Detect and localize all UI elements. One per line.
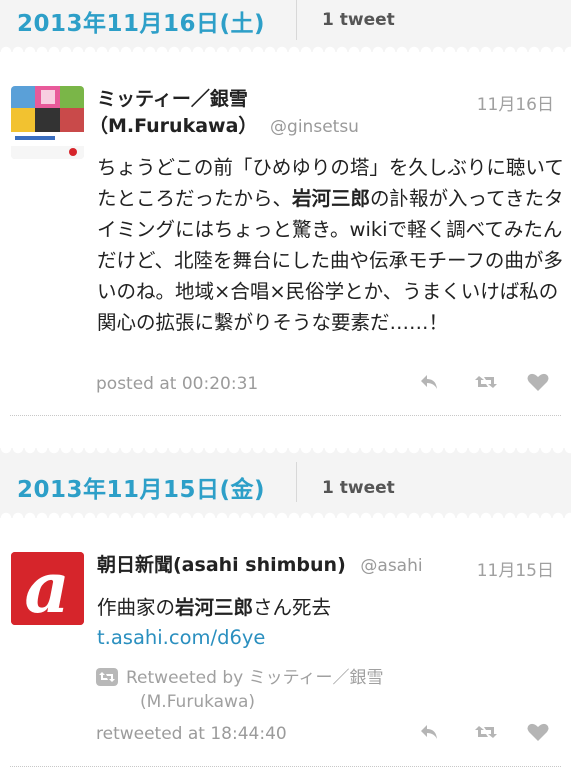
- day-header: 2013年11月16日(土) 1 tweet: [0, 0, 571, 44]
- divider: [296, 0, 297, 40]
- posted-time[interactable]: posted at 00:20:31: [96, 374, 258, 394]
- day-header: 2013年11月15日(金) 1 tweet: [0, 456, 571, 503]
- scallop-edge: [0, 448, 571, 456]
- scallop-edge: [0, 510, 571, 518]
- asahi-logo-letter: a: [24, 552, 69, 625]
- posted-time[interactable]: retweeted at 18:44:40: [96, 724, 287, 744]
- tweet-card[interactable]: a 朝日新聞(asahi shimbun) @asahi 11月15日 作曲家の…: [0, 518, 571, 771]
- scallop-edge: [0, 44, 571, 52]
- separator: [10, 415, 561, 416]
- reply-icon[interactable]: [418, 722, 442, 742]
- separator: [10, 766, 561, 767]
- retweet-badge-icon: [96, 668, 118, 686]
- user-name[interactable]: 朝日新聞(asahi shimbun) @asahi: [97, 552, 423, 580]
- tweet-date[interactable]: 11月15日: [477, 556, 554, 581]
- user-handle: @ginsetsu: [270, 117, 359, 137]
- favorite-icon[interactable]: [526, 722, 550, 742]
- day-date: 2013年11月16日(土): [17, 11, 266, 37]
- user-name[interactable]: ミッティー／銀雪 （M.Furukawa） @ginsetsu: [89, 86, 359, 141]
- tweet-date[interactable]: 11月16日: [477, 90, 554, 115]
- retweet-icon[interactable]: [474, 372, 498, 392]
- reply-icon[interactable]: [418, 372, 442, 392]
- tweet-count: 1 tweet: [322, 10, 395, 30]
- divider: [296, 462, 297, 502]
- avatar[interactable]: [11, 86, 84, 159]
- user-handle: @asahi: [360, 556, 423, 576]
- retweet-icon[interactable]: [474, 722, 498, 742]
- favorite-icon[interactable]: [526, 372, 550, 392]
- tweet-text: ちょうどこの前「ひめゆりの塔」を久しぶりに聴いてたところだったから、岩河三郎の訃…: [97, 156, 564, 334]
- tweet-count: 1 tweet: [322, 478, 395, 498]
- tweet-text: 作曲家の岩河三郎さん死去: [97, 596, 332, 619]
- retweeted-by[interactable]: Retweeted by ミッティー／銀雪 (M.Furukawa): [96, 666, 384, 714]
- tweet-link[interactable]: t.asahi.com/d6ye: [97, 622, 565, 653]
- avatar[interactable]: a: [11, 552, 84, 625]
- tweet-card[interactable]: ミッティー／銀雪 （M.Furukawa） @ginsetsu 11月16日 ち…: [0, 52, 571, 448]
- day-date: 2013年11月15日(金): [17, 477, 266, 503]
